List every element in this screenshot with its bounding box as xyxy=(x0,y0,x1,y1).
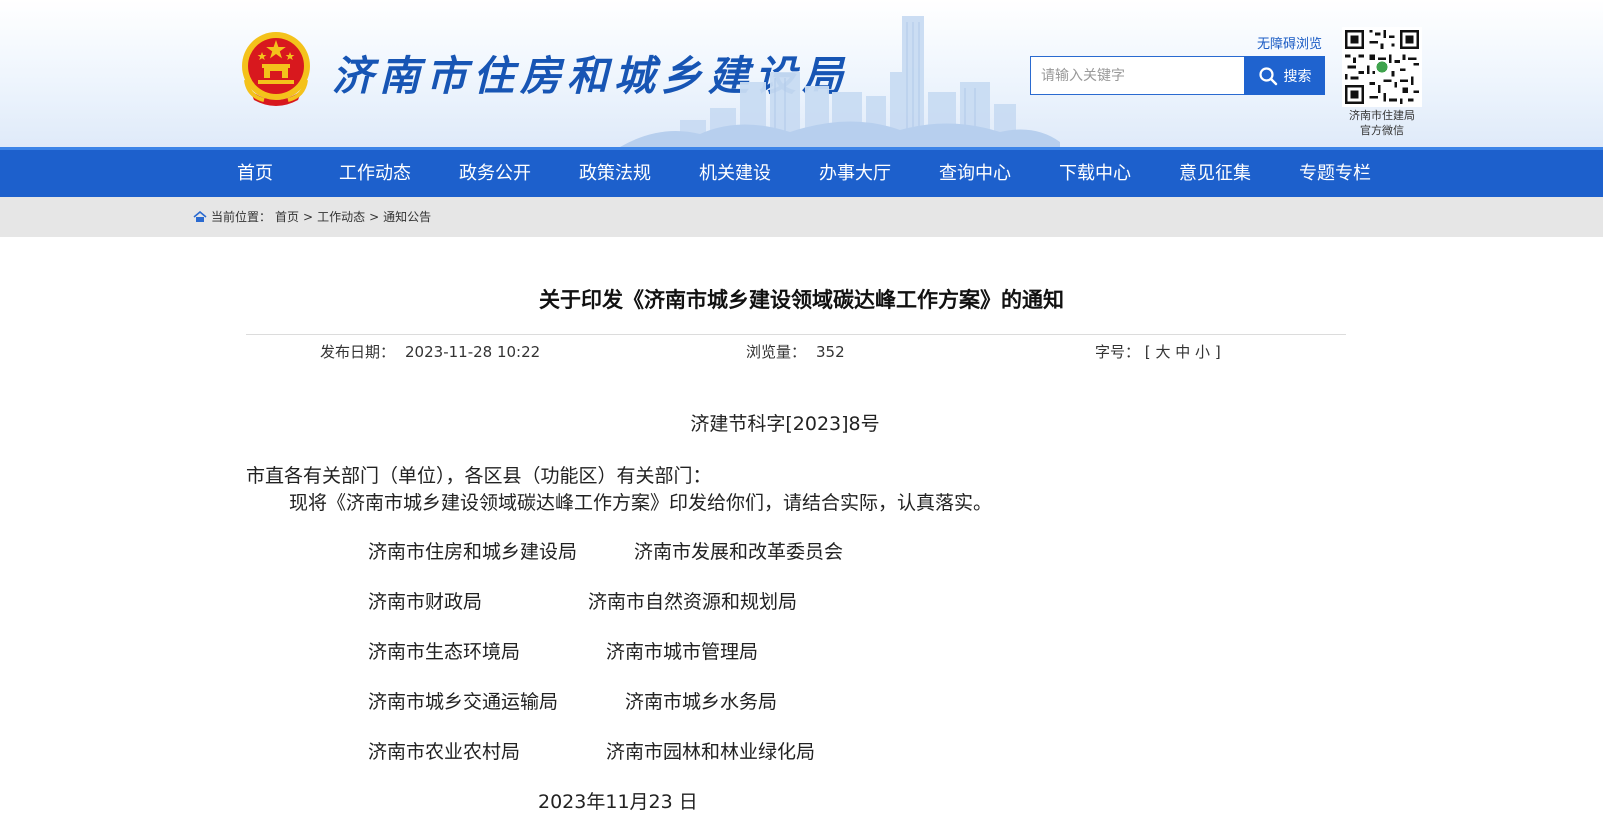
qr-code-icon xyxy=(1342,27,1422,107)
view-count: 浏览量： 352 xyxy=(746,341,845,362)
main-nav: 首页 工作动态 政务公开 政策法规 机关建设 办事大厅 查询中心 下载中心 意见… xyxy=(0,147,1603,197)
site-header: 济南市住房和城乡建设局 无障碍浏览 请输入关键字 搜索 济南市住建局 官方微信 xyxy=(0,0,1603,147)
font-large-button[interactable]: 大 xyxy=(1155,343,1170,361)
breadcrumb-notices-link[interactable]: 通知公告 xyxy=(383,197,431,237)
search-input[interactable] xyxy=(1030,56,1244,95)
nav-item-download-center[interactable]: 下载中心 xyxy=(1035,150,1155,197)
font-size-control: 字号： [ 大 中 小 ] xyxy=(1095,341,1221,362)
qr-caption-line1: 济南市住建局 xyxy=(1349,109,1415,122)
signatory: 济南市自然资源和规划局 xyxy=(588,591,798,613)
signatory: 济南市城乡水务局 xyxy=(625,691,778,713)
nav-item-policies[interactable]: 政策法规 xyxy=(555,150,675,197)
national-emblem-icon xyxy=(242,32,310,106)
title-divider xyxy=(246,334,1346,335)
view-count-label: 浏览量： xyxy=(746,343,807,361)
publish-date: 发布日期： 2023-11-28 10:22 xyxy=(320,341,540,362)
signatory: 济南市农业农村局 xyxy=(368,741,521,763)
article-title: 关于印发《济南市城乡建设领域碳达峰工作方案》的通知 xyxy=(539,288,1064,312)
skyline-decoration xyxy=(620,16,1060,147)
nav-item-home[interactable]: 首页 xyxy=(195,150,315,197)
search-button-label: 搜索 xyxy=(1283,68,1312,85)
wechat-qr: 济南市住建局 官方微信 xyxy=(1337,27,1427,137)
signatory: 济南市生态环境局 xyxy=(368,641,521,663)
breadcrumb-work-news-link[interactable]: 工作动态 xyxy=(317,197,365,237)
view-count-value: 352 xyxy=(816,343,845,361)
breadcrumb-home-link[interactable]: 首页 xyxy=(275,197,299,237)
breadcrumb-prefix: 当前位置： xyxy=(211,210,272,224)
signatory: 济南市住房和城乡建设局 xyxy=(368,541,578,563)
font-bracket-open: [ xyxy=(1144,343,1151,361)
salutation: 市直各有关部门（单位），各区县（功能区）有关部门： xyxy=(246,465,712,487)
nav-item-feedback[interactable]: 意见征集 xyxy=(1155,150,1275,197)
nav-item-gov-affairs[interactable]: 政务公开 xyxy=(435,150,555,197)
search-button[interactable]: 搜索 xyxy=(1244,56,1325,95)
body-paragraph: 现将《济南市城乡建设领域碳达峰工作方案》印发给你们，请结合实际，认真落实。 xyxy=(289,492,993,514)
breadcrumb: 当前位置： 首页 > 工作动态 > 通知公告 xyxy=(193,197,431,237)
nav-item-query-center[interactable]: 查询中心 xyxy=(915,150,1035,197)
font-bracket-close: ] xyxy=(1214,343,1221,361)
font-size-label: 字号： xyxy=(1095,343,1141,361)
breadcrumb-separator: > xyxy=(303,210,314,224)
nav-item-service-hall[interactable]: 办事大厅 xyxy=(795,150,915,197)
signatory: 济南市园林和林业绿化局 xyxy=(606,741,816,763)
document-number: 济建节科字[2023]8号 xyxy=(690,413,880,435)
qr-caption-line2: 官方微信 xyxy=(1360,124,1404,137)
signatory: 济南市城市管理局 xyxy=(606,641,759,663)
sign-date: 2023年11月23 日 xyxy=(538,791,698,813)
font-small-button[interactable]: 小 xyxy=(1195,343,1210,361)
signatory: 济南市财政局 xyxy=(368,591,483,613)
font-medium-button[interactable]: 中 xyxy=(1175,343,1190,361)
signatory: 济南市发展和改革委员会 xyxy=(634,541,844,563)
signatory: 济南市城乡交通运输局 xyxy=(368,691,559,713)
accessibility-link[interactable]: 无障碍浏览 xyxy=(1257,33,1322,52)
breadcrumb-bar: 当前位置： 首页 > 工作动态 > 通知公告 xyxy=(0,197,1603,237)
publish-date-value: 2023-11-28 10:22 xyxy=(405,343,541,361)
search-icon xyxy=(1258,66,1277,85)
nav-item-work-news[interactable]: 工作动态 xyxy=(315,150,435,197)
nav-item-special-topics[interactable]: 专题专栏 xyxy=(1275,150,1395,197)
publish-date-label: 发布日期： xyxy=(320,343,396,361)
breadcrumb-separator: > xyxy=(369,210,380,224)
home-icon xyxy=(193,211,207,222)
nav-item-org-building[interactable]: 机关建设 xyxy=(675,150,795,197)
